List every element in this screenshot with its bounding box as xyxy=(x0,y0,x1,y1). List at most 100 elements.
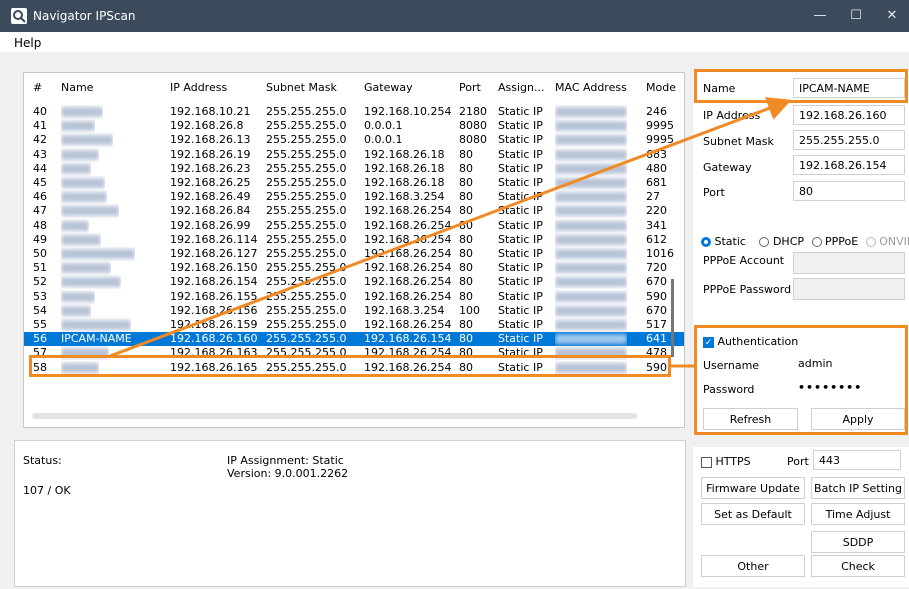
https-checkbox-row[interactable]: HTTPS xyxy=(701,455,751,468)
table-row[interactable]: 42 192.168.26.13 255.255.255.0 0.0.0.1 8080 S… xyxy=(24,133,684,147)
sddp-button[interactable]: SDDP xyxy=(811,531,905,553)
subnet-mask-field[interactable]: 255.255.255.0 xyxy=(793,130,905,150)
cell-assign: Static IP xyxy=(498,190,543,204)
table-row[interactable]: 40 192.168.10.21 255.255.255.0 192.168.10.2… xyxy=(24,105,684,119)
assignment-radio-group: Static DHCP PPPoE ONVIF xyxy=(701,235,909,248)
table-row[interactable]: 43 192.168.26.19 255.255.255.0 192.168.26.1… xyxy=(24,148,684,162)
column-header-name[interactable]: Name xyxy=(61,81,93,94)
authentication-checkbox[interactable]: ✓ xyxy=(703,336,714,348)
cell-mask: 255.255.255.0 xyxy=(266,176,347,189)
column-header-mask[interactable]: Subnet Mask xyxy=(266,81,337,94)
redacted-mac-cell xyxy=(555,233,627,247)
time-adjust-button[interactable]: Time Adjust xyxy=(811,503,905,525)
radio-onvif xyxy=(865,237,876,247)
cell-port: 80 xyxy=(459,190,473,204)
cell-ip: 192.168.26.159 xyxy=(170,318,258,331)
column-header-mac[interactable]: MAC Address xyxy=(555,81,627,94)
table-row-selected[interactable]: 56 IPCAM-NAME 192.168.26.160 255.255.255.0 1… xyxy=(24,332,684,347)
refresh-button[interactable]: Refresh xyxy=(703,408,798,430)
cell-port: 80 xyxy=(459,232,473,246)
check-button[interactable]: Check xyxy=(811,555,905,577)
device-table[interactable]: # Name IP Address Subnet Mask Gateway Po… xyxy=(23,72,685,428)
table-row[interactable]: 57 192.168.26.163 255.255.255.0 192.168.26.… xyxy=(24,346,684,360)
table-row[interactable]: 58 192.168.26.165 255.255.255.0 192.168.26.… xyxy=(24,361,684,375)
cell-n: 51 xyxy=(33,261,47,275)
maximize-button[interactable]: ☐ xyxy=(846,6,866,26)
name-field[interactable]: IPCAM-NAME xyxy=(793,78,905,98)
table-row[interactable]: 46 192.168.26.49 255.255.255.0 192.168.3.25… xyxy=(24,190,684,204)
cell-ip: 192.168.26.163 xyxy=(170,346,258,360)
radio-dhcp[interactable] xyxy=(759,237,770,247)
redacted-name-cell xyxy=(61,133,113,147)
redacted-name-cell xyxy=(61,261,111,275)
close-button[interactable]: ✕ xyxy=(882,6,902,26)
cell-mask: 255.255.255.0 xyxy=(266,247,347,260)
https-checkbox[interactable] xyxy=(701,456,712,468)
radio-pppoe[interactable] xyxy=(811,237,822,247)
cell-assign: Static IP xyxy=(498,147,543,161)
table-row[interactable]: 45 192.168.26.25 255.255.255.0 192.168.26.1… xyxy=(24,176,684,190)
column-header-port[interactable]: Port xyxy=(459,81,481,94)
horizontal-scrollbar[interactable] xyxy=(32,413,637,419)
table-row[interactable]: 53 192.168.26.155 255.255.255.0 192.168.26.… xyxy=(24,290,684,304)
ip-assignment-text: IP Assignment: Static xyxy=(227,454,344,467)
authentication-checkbox-row[interactable]: ✓ Authentication xyxy=(703,335,798,348)
cell-port: 80 xyxy=(459,176,473,189)
radio-pppoe-label: PPPoE xyxy=(825,235,859,248)
table-row[interactable]: 55 192.168.26.159 255.255.255.0 192.168.26.… xyxy=(24,318,684,332)
firmware-update-button[interactable]: Firmware Update xyxy=(701,477,805,499)
cell-mask: 255.255.255.0 xyxy=(266,360,347,374)
redacted-name-cell xyxy=(61,204,119,218)
pppoe-account-label: PPPoE Account xyxy=(703,254,785,267)
table-row[interactable]: 44 192.168.26.23 255.255.255.0 192.168.26.1… xyxy=(24,162,684,176)
cell-ip: 192.168.26.13 xyxy=(170,133,251,147)
redacted-mac-cell xyxy=(555,318,627,332)
table-row[interactable]: 51 192.168.26.150 255.255.255.0 192.168.26.… xyxy=(24,261,684,275)
table-row[interactable]: 48 192.168.26.99 255.255.255.0 192.168.26.2… xyxy=(24,219,684,233)
redacted-mac-cell xyxy=(555,261,627,275)
cell-port: 80 xyxy=(459,204,473,218)
radio-static[interactable] xyxy=(701,237,711,247)
apply-button[interactable]: Apply xyxy=(811,408,905,430)
ip-address-field[interactable]: 192.168.26.160 xyxy=(793,105,905,125)
table-row[interactable]: 54 192.168.26.156 255.255.255.0 192.168.3.2… xyxy=(24,304,684,318)
column-header-number[interactable]: # xyxy=(33,81,42,94)
cell-n: 49 xyxy=(33,232,47,246)
cell-port: 2180 xyxy=(459,105,487,118)
column-header-mode[interactable]: Mode xyxy=(646,81,676,94)
cell-mask: 255.255.255.0 xyxy=(266,232,347,246)
cell-ip: 192.168.26.23 xyxy=(170,161,251,175)
column-header-assignment[interactable]: Assign... xyxy=(498,81,545,94)
cell-assign: Static IP xyxy=(498,133,543,147)
table-row[interactable]: 47 192.168.26.84 255.255.255.0 192.168.26.2… xyxy=(24,204,684,218)
gateway-field[interactable]: 192.168.26.154 xyxy=(793,155,905,175)
username-field[interactable]: admin xyxy=(793,354,905,374)
column-header-gateway[interactable]: Gateway xyxy=(364,81,413,94)
password-field[interactable]: •••••••• xyxy=(793,378,905,398)
other-button[interactable]: Other xyxy=(701,555,805,577)
port-field[interactable]: 80 xyxy=(793,181,905,201)
table-row[interactable]: 52 192.168.26.154 255.255.255.0 192.168.26.… xyxy=(24,275,684,289)
cell-mask: 255.255.255.0 xyxy=(266,147,347,161)
table-row[interactable]: 50 192.168.26.127 255.255.255.0 192.168.26.… xyxy=(24,247,684,261)
batch-ip-setting-button[interactable]: Batch IP Setting xyxy=(811,477,905,499)
redacted-mac-cell xyxy=(555,119,627,133)
redacted-name-cell xyxy=(61,318,131,332)
https-port-field[interactable]: 443 xyxy=(813,450,901,470)
cell-mask: 255.255.255.0 xyxy=(266,332,347,346)
cell-assign: Static IP xyxy=(498,161,543,175)
redacted-name-cell xyxy=(61,148,99,162)
minimize-button[interactable]: — xyxy=(810,6,830,26)
cell-n: 43 xyxy=(33,147,47,161)
redacted-mac-cell xyxy=(555,346,627,360)
cell-n: 41 xyxy=(33,119,47,133)
column-header-ip[interactable]: IP Address xyxy=(170,81,227,94)
menu-help[interactable]: Help xyxy=(14,36,41,50)
cell-ip: 192.168.26.150 xyxy=(170,261,258,275)
table-row[interactable]: 49 192.168.26.114 255.255.255.0 192.168.26.… xyxy=(24,233,684,247)
actions-panel: HTTPS Port 443 Firmware Update Batch IP … xyxy=(693,447,909,587)
set-as-default-button[interactable]: Set as Default xyxy=(701,503,805,525)
table-row[interactable]: 41 192.168.26.8 255.255.255.0 0.0.0.1 8080 St… xyxy=(24,119,684,133)
vertical-scrollbar-thumb[interactable] xyxy=(671,279,674,357)
redacted-name-cell xyxy=(61,233,101,247)
